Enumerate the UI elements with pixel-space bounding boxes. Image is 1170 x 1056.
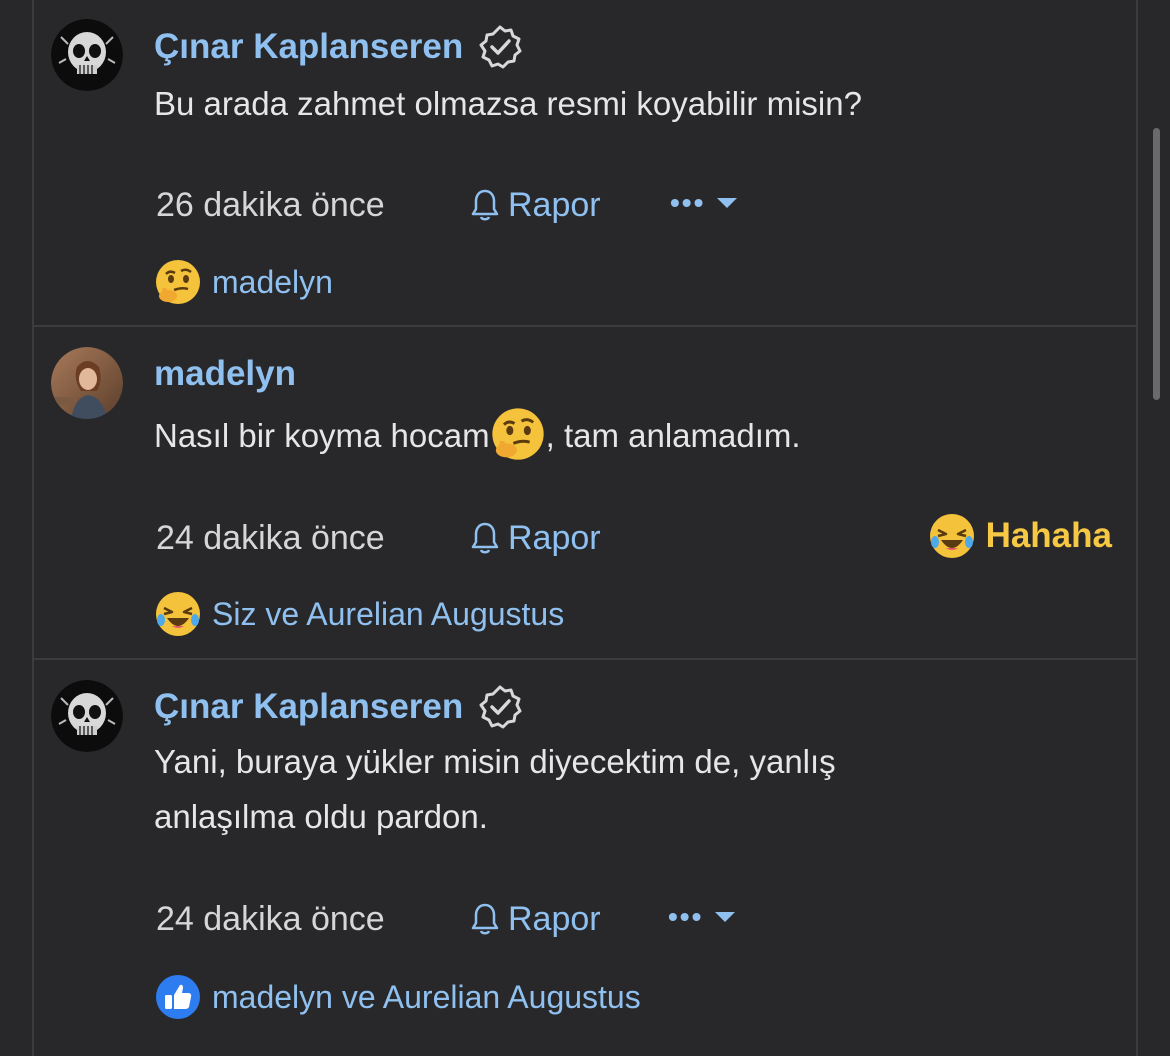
chevron-down-icon	[717, 198, 738, 208]
timestamp[interactable]: 26 dakika önce	[156, 186, 385, 225]
author-row: Çınar Kaplanseren	[154, 682, 523, 732]
report-label: Rapor	[508, 518, 601, 557]
author-row: Çınar Kaplanseren	[154, 22, 523, 72]
woman-avatar[interactable]	[51, 347, 123, 419]
reactions-summary[interactable]: Siz ve Aurelian Augustus	[154, 590, 564, 638]
own-reaction-button[interactable]: Hahaha	[928, 511, 1112, 561]
comment-text: Bu arada zahmet olmazsa resmi koyabilir …	[154, 76, 1054, 131]
verified-badge-icon	[479, 25, 522, 69]
bell-icon	[471, 189, 499, 221]
reactions-summary[interactable]: madelyn ve Aurelian Augustus	[154, 973, 641, 1021]
comment-post: Çınar Kaplanseren Yani, buraya yükler mi…	[34, 660, 1136, 1048]
timestamp[interactable]: 24 dakika önce	[156, 900, 385, 939]
laughing-emoji	[156, 592, 200, 636]
author-name[interactable]: Çınar Kaplanseren	[154, 687, 463, 727]
comment-thread-screen: Çınar Kaplanseren Bu arada zahmet olmazs…	[0, 0, 1170, 1056]
skull-avatar[interactable]	[51, 19, 123, 91]
laughing-emoji	[929, 514, 974, 558]
scrollbar[interactable]	[1153, 128, 1160, 400]
bell-icon	[471, 903, 499, 935]
bell-icon	[471, 522, 499, 554]
comment-text-part: , tam anlamadım.	[545, 417, 801, 454]
reaction-users: Siz ve Aurelian Augustus	[212, 595, 565, 632]
more-menu-button[interactable]: •••	[668, 901, 737, 932]
comment-post: Çınar Kaplanseren Bu arada zahmet olmazs…	[34, 0, 1136, 327]
thinking-emoji	[491, 408, 544, 460]
report-label: Rapor	[508, 185, 601, 224]
report-label: Rapor	[508, 899, 601, 938]
author-name[interactable]: Çınar Kaplanseren	[154, 27, 463, 67]
ellipsis-icon: •••	[670, 187, 706, 218]
reaction-users: madelyn	[212, 263, 333, 300]
thinking-emoji	[156, 260, 200, 304]
ellipsis-icon: •••	[668, 901, 704, 932]
more-menu-button[interactable]: •••	[670, 187, 739, 218]
verified-badge-icon	[479, 685, 522, 729]
comment-text-part: Nasıl bir koyma hocam	[154, 417, 490, 454]
own-reaction-label: Hahaha	[985, 516, 1112, 555]
meta-row: 26 dakika önce	[156, 180, 385, 230]
author-row: madelyn	[154, 349, 296, 399]
meta-row: 24 dakika önce	[156, 894, 385, 944]
report-button[interactable]: Rapor	[470, 513, 601, 563]
report-button[interactable]: Rapor	[470, 180, 601, 230]
comment-line: anlaşılma oldu pardon.	[154, 798, 488, 835]
comment-text: Yani, buraya yükler misin diyecektim de,…	[154, 734, 1054, 844]
reaction-users: madelyn ve Aurelian Augustus	[212, 978, 641, 1015]
comment-post: madelyn Nasıl bir koyma hocam , tam anla…	[34, 327, 1136, 660]
comment-line: Bu arada zahmet olmazsa resmi koyabilir …	[154, 85, 862, 122]
comment-text: Nasıl bir koyma hocam , tam anlamadım.	[154, 408, 1054, 463]
like-icon	[156, 975, 200, 1019]
chevron-down-icon	[715, 912, 736, 922]
reactions-summary[interactable]: madelyn	[154, 258, 333, 306]
comment-line: Yani, buraya yükler misin diyecektim de,…	[154, 743, 836, 780]
report-button[interactable]: Rapor	[470, 894, 601, 944]
author-name[interactable]: madelyn	[154, 354, 296, 394]
skull-avatar[interactable]	[51, 680, 123, 752]
meta-row: 24 dakika önce	[156, 513, 385, 563]
timestamp[interactable]: 24 dakika önce	[156, 519, 385, 558]
